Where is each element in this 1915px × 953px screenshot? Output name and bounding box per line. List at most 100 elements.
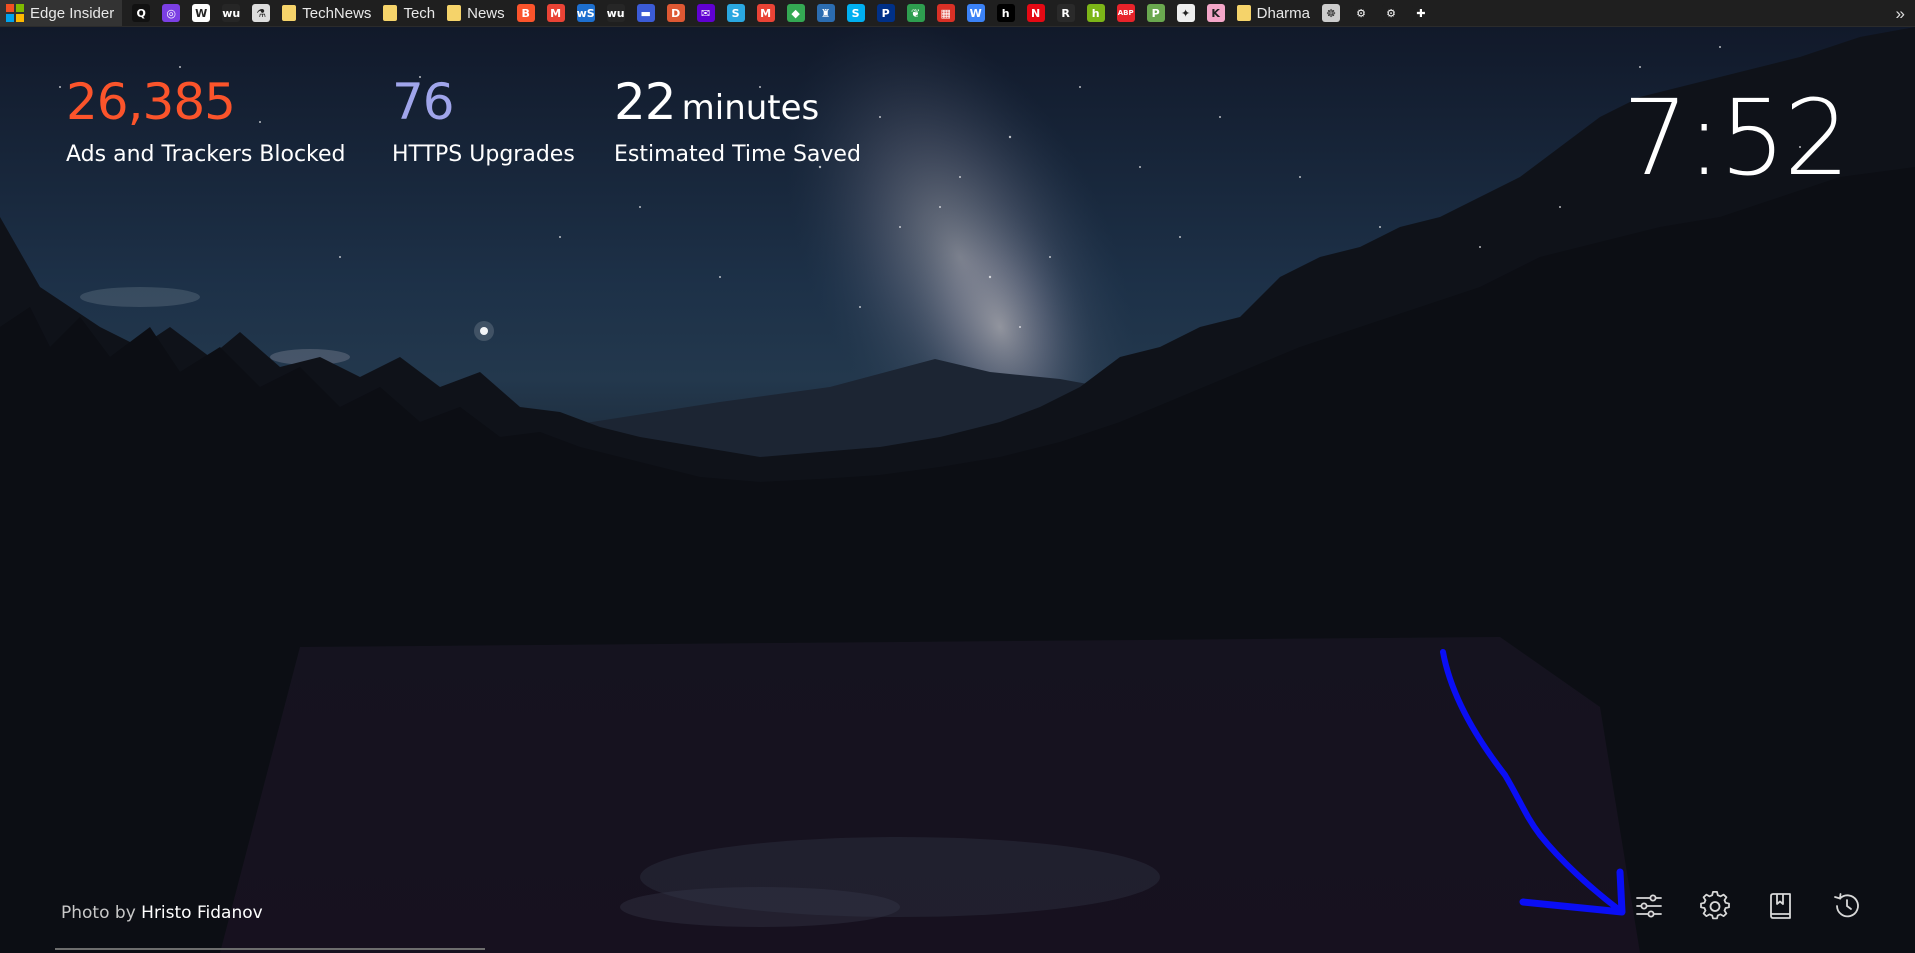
bookmark-gmail[interactable]: M	[541, 0, 571, 26]
loading-progress-line	[55, 948, 485, 950]
s-icon: S	[726, 4, 745, 22]
stat-ads-blocked: 26,385 Ads and Trackers Blocked	[66, 72, 346, 167]
bookmark-label: Dharma	[1256, 4, 1310, 22]
r-icon: R	[1056, 4, 1075, 22]
bookmark-q[interactable]: Q	[126, 0, 156, 26]
ads-blocked-label: Ads and Trackers Blocked	[66, 142, 346, 167]
gear-icon: ⚙	[1352, 4, 1370, 22]
bookmark-wheel[interactable]: ☸	[1316, 0, 1346, 26]
k-icon: K	[1206, 4, 1225, 22]
bookmark-badger[interactable]: ✦	[1171, 0, 1201, 26]
photo-credit-prefix: Photo by	[61, 903, 136, 923]
bookmark-label: News	[467, 4, 505, 22]
bookmark-dharma[interactable]: Dharma	[1231, 0, 1316, 26]
wikipedia-icon: W	[192, 4, 211, 22]
p-green-icon: P	[1146, 4, 1165, 22]
bookmark-adblock[interactable]: ABP	[1111, 0, 1141, 26]
bookmark-h[interactable]: h	[991, 0, 1021, 26]
bookmark-window[interactable]: ▬	[631, 0, 661, 26]
bookmark-k[interactable]: K	[1201, 0, 1231, 26]
bookmark-flask[interactable]: ⚗	[246, 0, 276, 26]
bookmark-technews[interactable]: TechNews	[276, 0, 377, 26]
skype-icon: S	[846, 4, 865, 22]
footer-toolbar	[1631, 888, 1865, 924]
w-circle-icon: W	[966, 4, 985, 22]
history-button[interactable]	[1829, 888, 1865, 924]
bookmark-puzzle[interactable]: ✚	[1406, 0, 1436, 26]
bookmarks-icon	[1770, 893, 1791, 919]
bookmarks-bar: Edge Insider Q ◎ Wwu ⚗ TechNews Tech News B MwS wu…	[0, 0, 1915, 27]
bookmark-gmail[interactable]: M	[751, 0, 781, 26]
flask-icon: ⚗	[252, 4, 271, 22]
bookmark-edge-insider[interactable]: Edge Insider	[0, 0, 123, 26]
badger-icon: ✦	[1176, 4, 1195, 22]
time-saved-count: 22	[614, 73, 677, 131]
stat-https-upgrades: 76 HTTPS Upgrades	[392, 72, 575, 167]
bookmark-news[interactable]: News	[441, 0, 511, 26]
settings-button[interactable]	[1697, 888, 1733, 924]
photo-credit-author[interactable]: Hristo Fidanov	[141, 903, 263, 923]
folder-icon	[447, 5, 462, 21]
bookmark-wu[interactable]: wu	[601, 0, 631, 26]
bookmark-p-green[interactable]: P	[1141, 0, 1171, 26]
bookmark-duckduckgo[interactable]: D	[661, 0, 691, 26]
folder-icon	[383, 5, 398, 21]
bookmark-wu[interactable]: wu	[216, 0, 246, 26]
bookmark-label: Edge Insider	[30, 4, 115, 22]
netflix-icon: N	[1026, 4, 1045, 22]
bookmark-gear[interactable]: ⚙	[1376, 0, 1406, 26]
wheel-icon: ☸	[1322, 4, 1340, 22]
h-icon: h	[996, 4, 1015, 22]
bookmark-s[interactable]: S	[721, 0, 751, 26]
q-icon: Q	[132, 4, 151, 22]
bookmark-maps[interactable]: ◆	[781, 0, 811, 26]
https-upgrades-count: 76	[392, 73, 455, 131]
brave-icon: B	[516, 4, 535, 22]
bookmark-tech[interactable]: Tech	[377, 0, 441, 26]
settings-gear-icon	[1700, 891, 1730, 920]
mail-icon: ✉	[696, 4, 715, 22]
paypal-icon: P	[876, 4, 895, 22]
bookmark-ring[interactable]: ◎	[156, 0, 186, 26]
folder-icon	[282, 5, 297, 21]
leaf-icon: ❦	[906, 4, 925, 22]
bookmarks-button[interactable]	[1763, 888, 1799, 924]
duckduckgo-icon: D	[666, 4, 685, 22]
bookmark-brave[interactable]: B	[511, 0, 541, 26]
customize-button[interactable]	[1631, 888, 1667, 924]
bookmark-leaf[interactable]: ❦	[901, 0, 931, 26]
ring-icon: ◎	[162, 4, 181, 22]
wu-icon: wu	[222, 4, 241, 22]
bookmark-calendar[interactable]: ▦	[931, 0, 961, 26]
bookmark-label: Tech	[403, 4, 436, 22]
folder-icon	[1236, 5, 1251, 21]
adblock-icon: ABP	[1116, 4, 1135, 22]
gmail-icon: M	[546, 4, 565, 22]
ads-blocked-count: 26,385	[66, 73, 236, 131]
https-upgrades-label: HTTPS Upgrades	[392, 142, 575, 167]
bookmark-gear[interactable]: ⚙	[1346, 0, 1376, 26]
ws-icon: wS	[576, 4, 595, 22]
bookmark-h-green[interactable]: h	[1081, 0, 1111, 26]
bookmark-skype[interactable]: S	[841, 0, 871, 26]
bookmark-r[interactable]: R	[1051, 0, 1081, 26]
photo-credit: Photo by Hristo Fidanov	[61, 903, 263, 923]
clock: 7:52	[1622, 77, 1850, 199]
bookmark-w-circle[interactable]: W	[961, 0, 991, 26]
bookmark-paypal[interactable]: P	[871, 0, 901, 26]
bookmark-ws[interactable]: wS	[571, 0, 601, 26]
customize-sliders-icon	[1636, 894, 1662, 918]
stat-time-saved: 22 minutes Estimated Time Saved	[614, 72, 861, 167]
bookmark-label: TechNews	[302, 4, 372, 22]
wu-icon: wu	[606, 4, 625, 22]
time-saved-label: Estimated Time Saved	[614, 142, 861, 167]
bookmarks-overflow-button[interactable]: »	[1896, 0, 1905, 26]
bookmark-mail[interactable]: ✉	[691, 0, 721, 26]
gmail-icon: M	[756, 4, 775, 22]
bookmark-castle[interactable]: ♜	[811, 0, 841, 26]
calendar-icon: ▦	[936, 4, 955, 22]
bookmark-netflix[interactable]: N	[1021, 0, 1051, 26]
bookmark-wikipedia[interactable]: W	[186, 0, 216, 26]
maps-icon: ◆	[786, 4, 805, 22]
puzzle-icon: ✚	[1412, 4, 1430, 22]
